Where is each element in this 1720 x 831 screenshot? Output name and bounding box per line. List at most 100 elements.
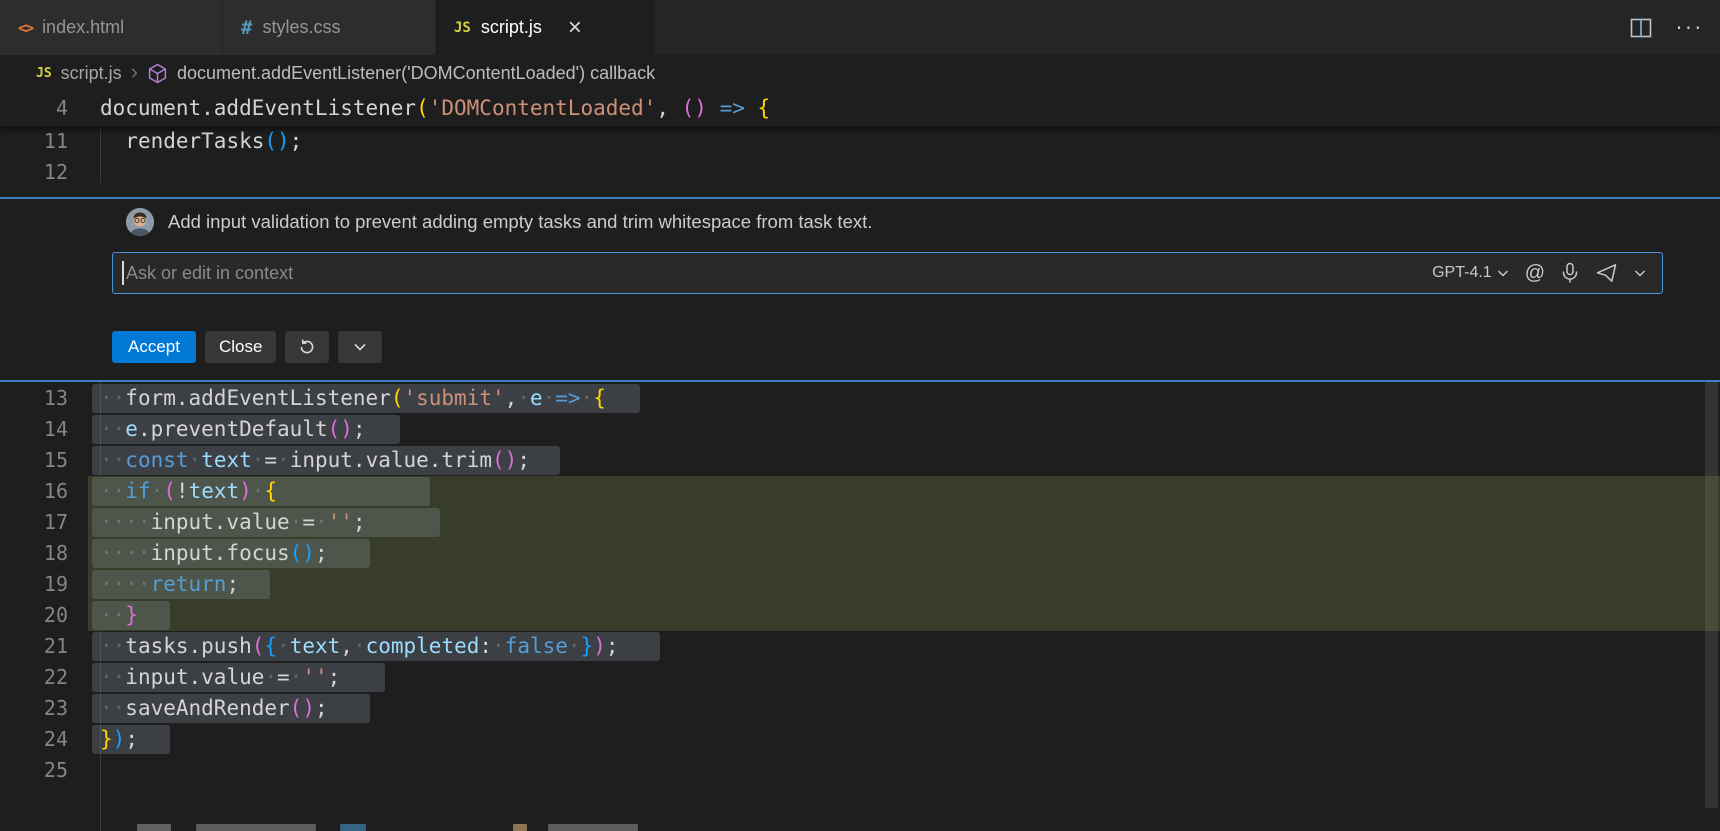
user-avatar <box>126 208 154 236</box>
token-id: , <box>505 386 518 410</box>
whitespace-dots: ···· <box>100 572 151 596</box>
token-id: = <box>277 665 290 689</box>
token-p2: () <box>492 448 517 472</box>
code-text: renderTasks(); <box>100 126 302 157</box>
sticky-scroll[interactable]: 4document.addEventListener('DOMContentLo… <box>0 92 1720 127</box>
whitespace-dots: · <box>517 386 530 410</box>
code-text: ··form.addEventListener('submit',·e·=>·{ <box>100 383 606 414</box>
whitespace-dots: ···· <box>100 541 151 565</box>
line-number[interactable]: 22 <box>0 662 68 693</box>
code-text: ··} <box>100 600 138 631</box>
attach-context-icon[interactable]: @ <box>1525 262 1545 285</box>
line-number[interactable]: 15 <box>0 445 68 476</box>
line-number[interactable]: 21 <box>0 631 68 662</box>
code-line-19[interactable]: 19····return; <box>0 569 1720 600</box>
code-line-24[interactable]: 24}); <box>0 724 1720 755</box>
token-id: ; <box>606 634 619 658</box>
whitespace-dots: · <box>353 634 366 658</box>
whitespace-dots: · <box>252 479 265 503</box>
code-line-18[interactable]: 18····input.focus(); <box>0 538 1720 569</box>
token-id: renderTasks <box>125 129 264 153</box>
model-picker[interactable]: GPT-4.1 <box>1432 264 1509 282</box>
token-var: completed <box>366 634 480 658</box>
line-number[interactable]: 20 <box>0 600 68 631</box>
line-number[interactable]: 19 <box>0 569 68 600</box>
whitespace-dots: · <box>492 634 505 658</box>
whitespace-dots: · <box>277 448 290 472</box>
chat-input-placeholder: Ask or edit in context <box>126 263 1432 284</box>
line-number[interactable]: 11 <box>0 126 68 157</box>
token-id: tasks.push <box>125 634 251 658</box>
code-line-4[interactable]: 4document.addEventListener('DOMContentLo… <box>0 93 1720 124</box>
whitespace-dots: · <box>151 479 164 503</box>
whitespace-dots: ·· <box>100 386 125 410</box>
send-dropdown-icon[interactable] <box>1634 269 1646 278</box>
code-text: ··input.value·=·''; <box>100 662 340 693</box>
code-line-21[interactable]: 21··tasks.push({·text,·completed:·false·… <box>0 631 1720 662</box>
code-line-12[interactable]: 12 <box>0 157 1720 188</box>
code-line-20[interactable]: 20 ··} <box>0 600 1720 631</box>
code-line-25[interactable]: 25 <box>0 755 1720 786</box>
code-text: ····input.value·=·''; <box>100 507 366 538</box>
line-number[interactable]: 25 <box>0 755 68 786</box>
line-number[interactable]: 18 <box>0 538 68 569</box>
vscode-window: <> index.html # styles.css JS script.js … <box>0 0 1720 831</box>
partial-line-glyphs <box>548 824 638 831</box>
diff-added-line-background <box>88 600 1720 631</box>
code-line-22[interactable]: 22 ··input.value·=·''; <box>0 662 1720 693</box>
line-number[interactable]: 24 <box>0 724 68 755</box>
token-str: 'DOMContentLoaded' <box>429 96 657 120</box>
microphone-icon[interactable] <box>1561 262 1579 284</box>
accept-button[interactable]: Accept <box>112 331 196 363</box>
whitespace-dots: ·· <box>100 603 125 627</box>
code-line-13[interactable]: 13··form.addEventListener('submit',·e·=>… <box>0 383 1720 414</box>
token-id: form.addEventListener <box>125 386 391 410</box>
token-var: text <box>201 448 252 472</box>
token-p3: () <box>264 129 289 153</box>
token-p2: ( <box>252 634 265 658</box>
token-id: ; <box>353 417 366 441</box>
token-p2: ( <box>163 479 176 503</box>
token-id: input.value <box>151 510 290 534</box>
token-id: input.value <box>125 665 264 689</box>
whitespace-dots: ·· <box>100 634 125 658</box>
code-line-23[interactable]: 23··saveAndRender(); <box>0 693 1720 724</box>
token-id: ; <box>328 665 341 689</box>
refresh-icon <box>298 338 316 356</box>
token-id: ; <box>353 510 366 534</box>
code-line-15[interactable]: 15··const·text·=·input.value.trim(); <box>0 445 1720 476</box>
code-line-17[interactable]: 17 ····input.value·=·''; <box>0 507 1720 538</box>
token-var: e <box>125 417 138 441</box>
line-number[interactable]: 14 <box>0 414 68 445</box>
token-var: e <box>530 386 543 410</box>
token-id: ; <box>290 129 303 153</box>
token-id: = <box>264 448 277 472</box>
token-kw: false <box>505 634 568 658</box>
code-text: ··const·text·=·input.value.trim(); <box>100 445 530 476</box>
line-number[interactable]: 17 <box>0 507 68 538</box>
token-kw: return <box>151 572 227 596</box>
text-caret <box>122 261 124 285</box>
token-str: 'submit' <box>403 386 504 410</box>
token-p1: { <box>593 386 606 410</box>
code-line-16[interactable]: 16··if·(!text)·{ <box>0 476 1720 507</box>
token-p2: () <box>328 417 353 441</box>
chat-input[interactable]: Ask or edit in context GPT-4.1 @ <box>112 252 1663 294</box>
line-number[interactable]: 12 <box>0 157 68 188</box>
line-number[interactable]: 23 <box>0 693 68 724</box>
whitespace-dots: ·· <box>100 479 125 503</box>
rerun-request-button[interactable] <box>285 331 329 363</box>
more-options-button[interactable] <box>338 331 382 363</box>
line-number[interactable]: 16 <box>0 476 68 507</box>
token-kw: => <box>720 96 745 120</box>
code-line-11[interactable]: 11 renderTasks(); <box>0 126 1720 157</box>
line-number[interactable]: 4 <box>0 93 68 124</box>
whitespace-dots: ·· <box>100 448 125 472</box>
line-number[interactable]: 13 <box>0 383 68 414</box>
model-label: GPT-4.1 <box>1432 264 1492 282</box>
send-icon[interactable] <box>1595 263 1618 283</box>
code-line-14[interactable]: 14··e.preventDefault(); <box>0 414 1720 445</box>
close-button[interactable]: Close <box>205 331 276 363</box>
whitespace-dots: · <box>543 386 556 410</box>
token-id: , <box>340 634 353 658</box>
